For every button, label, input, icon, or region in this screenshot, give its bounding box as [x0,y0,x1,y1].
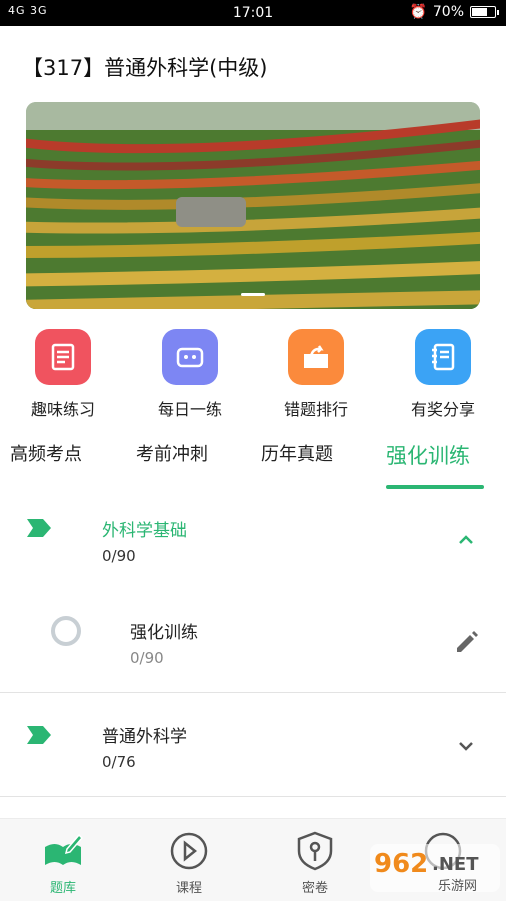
svg-text:962: 962 [374,849,428,879]
nav-label: 题库 [49,881,76,896]
watermark-logo: 962 .NET 乐游网 [370,844,500,894]
page-title: 【317】普通外科学(中级) [22,56,268,80]
quick-action-mistake-ranking[interactable]: 错题排行 [271,329,361,420]
section-title[interactable]: 普通外科学 [102,722,187,747]
nav-courses[interactable]: 课程 [144,831,234,896]
quick-action-daily-practice[interactable]: 每日一练 [145,329,235,420]
active-tab-indicator [386,485,484,489]
vineyard-image [26,102,480,309]
edit-pencil-icon[interactable] [453,628,481,656]
nav-label: 课程 [175,881,202,896]
alarm-icon: ⏰ [409,4,427,20]
child-item-title[interactable]: 强化训练 [130,618,198,643]
section-title[interactable]: 外科学基础 [102,516,187,541]
play-circle-icon [170,832,208,870]
svg-text:.NET: .NET [432,854,479,875]
banner-page-indicator [241,293,265,296]
progress-ring-icon [51,616,81,646]
quick-action-label: 有奖分享 [410,400,475,419]
tab-pre-exam-sprint[interactable]: 考前冲刺 [136,440,208,466]
divider [0,692,506,693]
quick-action-label: 错题排行 [283,400,348,419]
flag-icon [27,519,51,537]
quick-action-fun-practice[interactable]: 趣味练习 [18,329,108,420]
tab-high-frequency[interactable]: 高频考点 [10,440,82,466]
battery-icon [470,6,499,18]
chevron-up-icon[interactable] [457,531,475,549]
flag-icon [27,726,51,744]
category-tabs: 高频考点 考前冲刺 历年真题 强化训练 [0,438,506,490]
notebook-icon [415,329,471,385]
book-pen-icon [45,833,84,865]
quick-action-label: 每日一练 [157,400,222,419]
section-count: 0/76 [102,753,136,771]
divider [0,796,506,797]
tab-past-exams[interactable]: 历年真题 [261,440,333,466]
svg-text:乐游网: 乐游网 [438,879,477,894]
section-count: 0/90 [102,547,136,565]
nav-secret-papers[interactable]: 密卷 [270,831,360,896]
nav-label: 密卷 [301,881,328,896]
robot-icon [162,329,218,385]
share-folder-icon [288,329,344,385]
tab-intensive-training[interactable]: 强化训练 [386,440,470,470]
banner-image[interactable] [26,102,480,309]
battery-percent: 70% [432,4,464,20]
quick-action-reward-share[interactable]: 有奖分享 [398,329,488,420]
shield-key-icon [297,831,333,871]
checklist-icon [35,329,91,385]
child-item-count: 0/90 [130,649,164,667]
quick-action-label: 趣味练习 [30,400,95,419]
chevron-down-icon[interactable] [457,737,475,755]
nav-question-bank[interactable]: 题库 [18,831,108,896]
status-bar: 4G 3G 17:01 ⏰ 70% [0,0,506,26]
